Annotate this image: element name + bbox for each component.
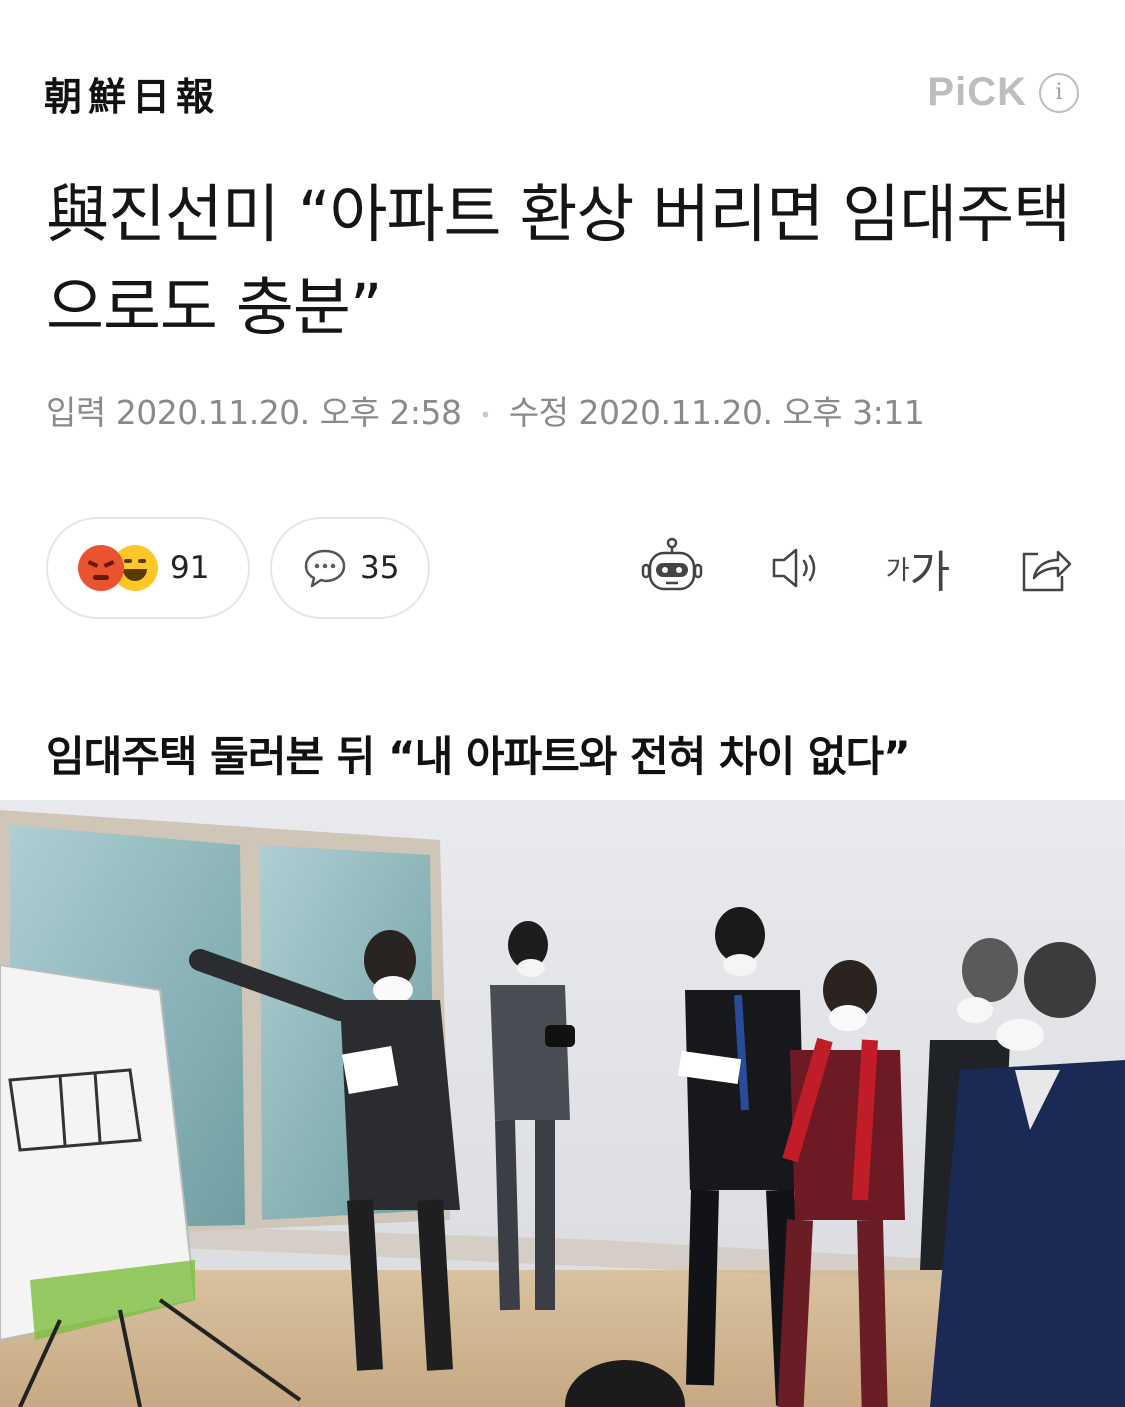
robot-summary-icon — [641, 537, 703, 591]
robot-summary-button[interactable] — [636, 532, 708, 604]
article-subheading: 임대주택 둘러본 뒤 “내 아파트와 전혀 차이 없다” — [46, 732, 911, 781]
edit-time: 2020.11.20. 오후 3:11 — [578, 393, 925, 432]
dateline-separator: • — [479, 402, 491, 427]
font-size-small-label: 가 — [885, 555, 910, 586]
reaction-count: 91 — [170, 550, 210, 586]
pick-badge[interactable]: PiCK i — [927, 70, 1079, 115]
news-photo-illustration — [0, 800, 1125, 1407]
comment-count: 35 — [360, 550, 400, 586]
reaction-button[interactable]: 91 — [46, 517, 250, 619]
article-title: 與진선미 “아파트 환상 버리면 임대주택으로도 충분” — [46, 178, 1071, 344]
font-size-button[interactable]: 가가 — [878, 532, 958, 604]
font-size-big-label: 가 — [909, 547, 951, 598]
text-to-speech-button[interactable] — [760, 532, 832, 604]
input-label: 입력 — [46, 393, 106, 432]
share-icon — [1022, 550, 1072, 592]
angry-emoji-icon — [78, 545, 124, 591]
news-photo[interactable] — [0, 800, 1125, 1407]
pick-label: PiCK — [927, 70, 1027, 114]
share-button[interactable] — [1008, 532, 1080, 604]
info-icon[interactable]: i — [1039, 72, 1079, 113]
comment-button[interactable]: 35 — [270, 517, 430, 619]
article-dateline: 입력 2020.11.20. 오후 2:58 • 수정 2020.11.20. … — [46, 386, 925, 434]
edit-label: 수정 — [508, 393, 569, 432]
publisher-logo[interactable]: 朝鮮日報 — [44, 66, 220, 121]
top-bar: 朝鮮日報 PiCK i — [0, 0, 1125, 150]
speaker-icon — [772, 548, 816, 588]
input-time: 2020.11.20. 오후 2:58 — [115, 393, 462, 432]
comment-icon — [304, 549, 346, 588]
